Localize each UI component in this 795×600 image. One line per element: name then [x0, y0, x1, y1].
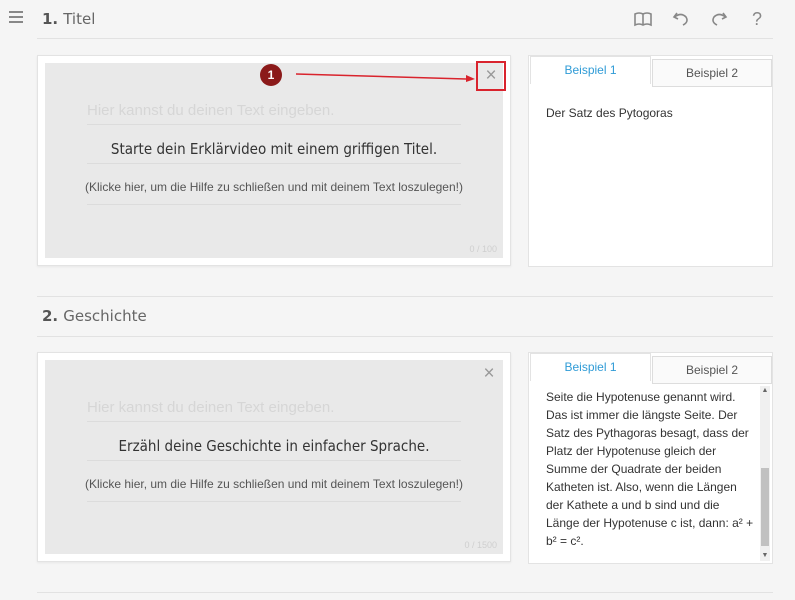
- example-scrollbar[interactable]: ▲ ▼: [760, 386, 770, 561]
- help-rule: [87, 460, 461, 461]
- divider: [37, 38, 773, 39]
- section-1-heading: 1. Titel: [42, 9, 95, 28]
- divider: [37, 336, 773, 337]
- title-help-sub: (Klicke hier, um die Hilfe zu schließen …: [85, 180, 463, 194]
- scroll-thumb[interactable]: [761, 468, 769, 546]
- help-rule: [87, 501, 461, 502]
- scroll-up-icon[interactable]: ▲: [760, 386, 770, 396]
- title-input-card[interactable]: Hier kannst du deinen Text eingeben. Sta…: [37, 55, 511, 266]
- section-1-number: 1.: [42, 10, 59, 28]
- title-char-counter: 0 / 100: [469, 244, 497, 254]
- close-help-button[interactable]: ×: [476, 61, 506, 91]
- tab-beispiel-1[interactable]: Beispiel 1: [530, 353, 651, 381]
- story-help-heading: Erzähl deine Geschichte in einfacher Spr…: [118, 437, 430, 455]
- story-char-counter: 0 / 1500: [464, 540, 497, 550]
- section-1-title: Titel: [63, 10, 96, 28]
- help-rule: [87, 124, 461, 125]
- title-examples-panel: Beispiel 1 Beispiel 2 Der Satz des Pytog…: [528, 55, 773, 267]
- section-2-title: Geschichte: [63, 307, 147, 325]
- help-rule: [87, 163, 461, 164]
- help-rule: [87, 421, 461, 422]
- title-placeholder: Hier kannst du deinen Text eingeben.: [87, 102, 335, 119]
- tab-beispiel-2[interactable]: Beispiel 2: [652, 356, 772, 384]
- redo-icon[interactable]: [709, 9, 729, 29]
- story-help-overlay[interactable]: Hier kannst du deinen Text eingeben. Erz…: [45, 360, 503, 554]
- annotation-marker: 1: [260, 64, 282, 86]
- book-icon[interactable]: [633, 9, 653, 29]
- scroll-down-icon[interactable]: ▼: [760, 551, 770, 561]
- story-placeholder: Hier kannst du deinen Text eingeben.: [87, 399, 335, 416]
- story-input-card[interactable]: Hier kannst du deinen Text eingeben. Erz…: [37, 352, 511, 562]
- example-text: Der Satz des Pytogoras: [546, 106, 673, 120]
- toolbar: ?: [633, 9, 767, 29]
- tab-beispiel-2[interactable]: Beispiel 2: [652, 59, 772, 87]
- close-icon: ×: [485, 65, 497, 86]
- close-icon: ×: [483, 363, 495, 384]
- tab-beispiel-1[interactable]: Beispiel 1: [530, 56, 651, 84]
- story-examples-panel: Beispiel 1 Beispiel 2 Seite die Hypotenu…: [528, 352, 773, 564]
- help-rule: [87, 204, 461, 205]
- divider: [37, 296, 773, 297]
- title-help-heading: Starte dein Erklärvideo mit einem griffi…: [110, 140, 438, 158]
- editor-page: 1. Titel ? Hier kannst du deinen Text ei…: [0, 0, 795, 600]
- title-help-overlay[interactable]: Hier kannst du deinen Text eingeben. Sta…: [45, 63, 503, 258]
- section-2-heading: 2. Geschichte: [42, 306, 147, 325]
- hamburger-menu-icon[interactable]: [9, 11, 23, 23]
- divider: [37, 592, 773, 593]
- help-icon[interactable]: ?: [747, 9, 767, 29]
- top-bar: 1. Titel ?: [0, 0, 795, 38]
- story-help-sub: (Klicke hier, um die Hilfe zu schließen …: [85, 477, 463, 491]
- section-2-number: 2.: [42, 307, 59, 325]
- example-text: Seite die Hypotenuse genannt wird. Das i…: [546, 390, 754, 548]
- close-help-button[interactable]: ×: [478, 363, 500, 385]
- annotation-arrow: [296, 73, 475, 82]
- undo-icon[interactable]: [671, 9, 691, 29]
